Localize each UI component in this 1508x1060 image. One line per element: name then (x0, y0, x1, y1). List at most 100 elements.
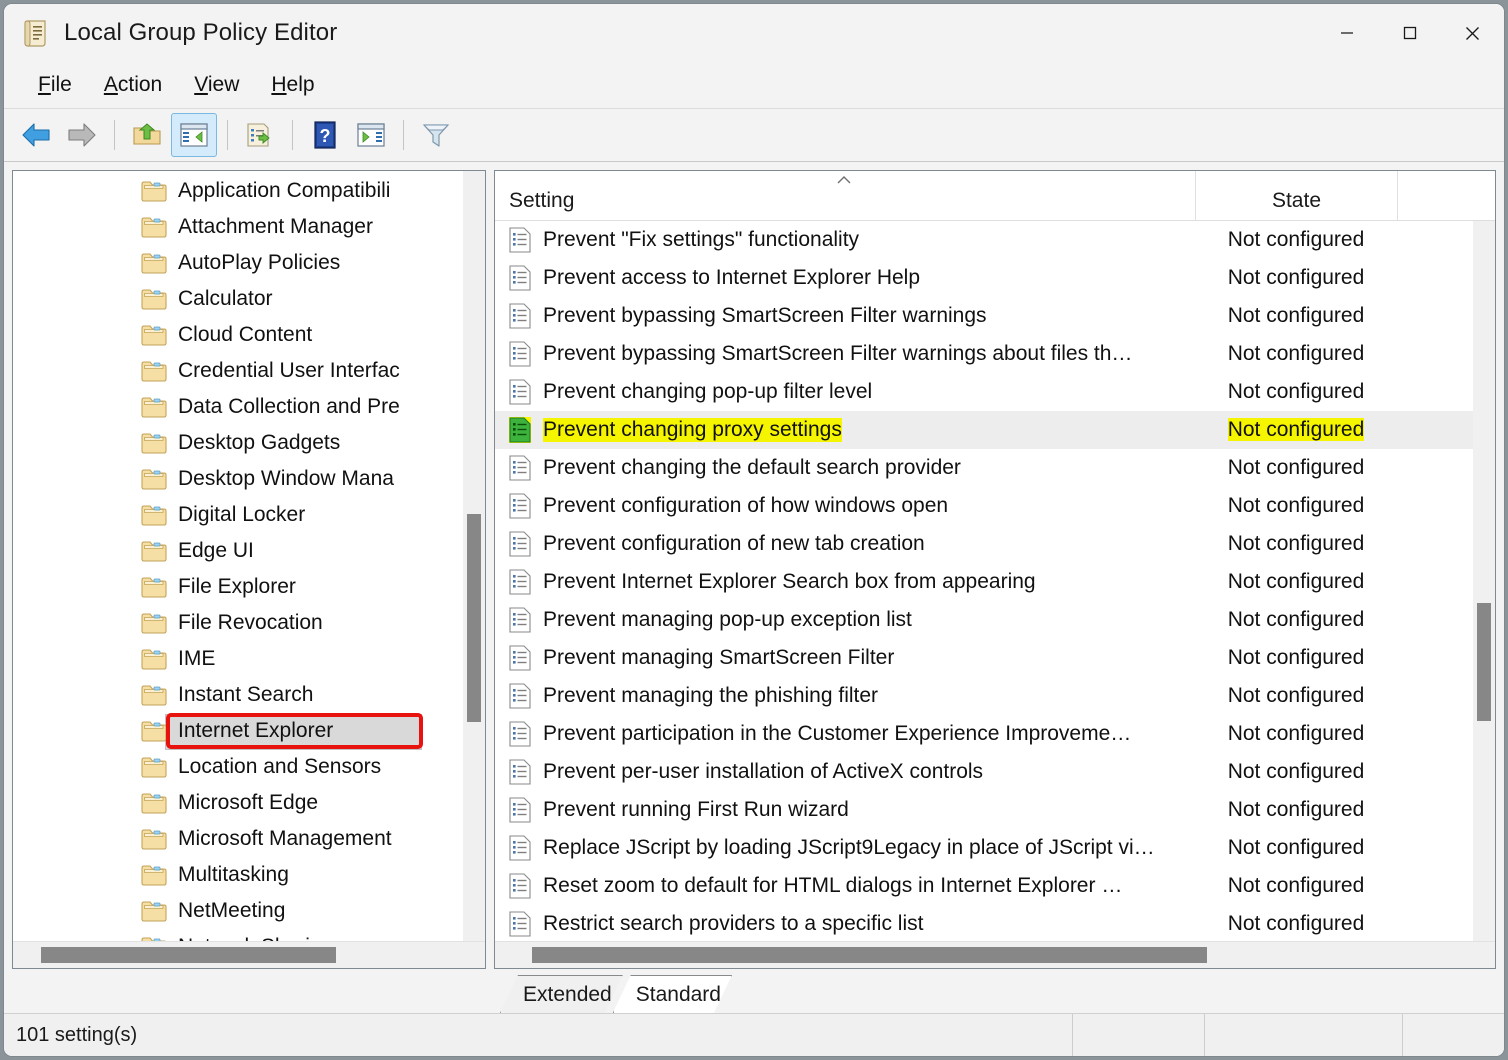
menu-help[interactable]: Help (255, 69, 330, 101)
maximize-button[interactable] (1378, 4, 1441, 62)
tree-item-microsoft-edge[interactable]: Microsoft Edge (13, 785, 485, 821)
tree-item-network-sharing[interactable]: Network Sharing (13, 929, 485, 941)
minimize-button[interactable] (1315, 4, 1378, 62)
show-hide-tree-icon[interactable] (171, 113, 217, 157)
tree-item-instant-search[interactable]: Instant Search (13, 677, 485, 713)
tree-item-data-collection-and-pre[interactable]: Data Collection and Pre (13, 389, 485, 425)
setting-state-cell: Not configured (1195, 532, 1397, 556)
close-button[interactable] (1441, 4, 1504, 62)
back-icon[interactable] (14, 114, 58, 156)
tree-item-ime[interactable]: IME (13, 641, 485, 677)
tree-item-file-explorer[interactable]: › File Explorer (13, 569, 485, 605)
folder-icon (141, 540, 167, 562)
table-row[interactable]: Prevent managing the phishing filter Not … (495, 677, 1473, 715)
list-body[interactable]: Prevent "Fix settings" functionality Not … (495, 221, 1495, 941)
table-row[interactable]: Prevent changing pop-up filter level Not … (495, 373, 1473, 411)
table-row[interactable]: Prevent running First Run wizard Not conf… (495, 791, 1473, 829)
table-row[interactable]: Prevent managing SmartScreen Filter Not c… (495, 639, 1473, 677)
up-one-level-icon[interactable] (125, 114, 169, 156)
table-row[interactable]: Prevent managing pop-up exception list No… (495, 601, 1473, 639)
tree-item-digital-locker[interactable]: Digital Locker (13, 497, 485, 533)
tab-extended[interactable]: Extended (500, 975, 623, 1013)
menu-bar: File Action View Help (4, 62, 1504, 109)
setting-state-label: Not configured (1227, 456, 1365, 479)
list-vertical-scroll-thumb[interactable] (1477, 603, 1491, 721)
table-row[interactable]: Prevent changing proxy settings Not confi… (495, 411, 1473, 449)
tree-item-label: Application Compatibili (178, 179, 391, 202)
tree-item-label: Desktop Gadgets (178, 431, 341, 454)
show-action-pane-icon[interactable] (349, 114, 393, 156)
setting-state-label: Not configured (1227, 418, 1365, 441)
setting-state-label: Not configured (1227, 228, 1365, 251)
list-horizontal-scroll-thumb[interactable] (532, 947, 1207, 963)
column-header-state[interactable]: State (1195, 171, 1397, 221)
folder-icon (141, 432, 167, 454)
tree-item-label: Digital Locker (178, 503, 306, 526)
tree-item-label: Data Collection and Pre (178, 395, 400, 418)
list-horizontal-scrollbar[interactable] (495, 941, 1495, 968)
tree-vertical-scrollbar[interactable] (463, 171, 485, 941)
tree-item-location-and-sensors[interactable]: Location and Sensors (13, 749, 485, 785)
folder-icon (141, 900, 167, 922)
tree-item-cloud-content[interactable]: Cloud Content (13, 317, 485, 353)
tree-item-calculator[interactable]: Calculator (13, 281, 485, 317)
tree-item-multitasking[interactable]: Multitasking (13, 857, 485, 893)
tree-horizontal-scroll-thumb[interactable] (41, 947, 336, 963)
tree-item-netmeeting[interactable]: › NetMeeting (13, 893, 485, 929)
tree-item-autoplay-policies[interactable]: AutoPlay Policies (13, 245, 485, 281)
table-row[interactable]: Prevent configuration of new tab creatio… (495, 525, 1473, 563)
column-header-filler (1397, 171, 1495, 221)
window-title: Local Group Policy Editor (64, 19, 338, 46)
tree-item-desktop-window-mana[interactable]: › Desktop Window Mana (13, 461, 485, 497)
tree-horizontal-scrollbar[interactable] (13, 941, 485, 968)
status-cell-2 (1072, 1014, 1204, 1056)
setting-name-cell: Prevent "Fix settings" functionality (495, 227, 1195, 253)
setting-name-cell: Replace JScript by loading JScript9Legac… (495, 835, 1195, 861)
setting-name-cell: Prevent per-user installation of ActiveX… (495, 759, 1195, 785)
table-row[interactable]: Reset zoom to default for HTML dialogs i… (495, 867, 1473, 905)
tree-item-file-revocation[interactable]: File Revocation (13, 605, 485, 641)
help-icon[interactable]: ? (303, 114, 347, 156)
table-row[interactable]: Prevent Internet Explorer Search box fro… (495, 563, 1473, 601)
table-row[interactable]: Replace JScript by loading JScript9Legac… (495, 829, 1473, 867)
table-row[interactable]: Prevent changing the default search prov… (495, 449, 1473, 487)
tree-item-attachment-manager[interactable]: Attachment Manager (13, 209, 485, 245)
tree-vertical-scroll-thumb[interactable] (467, 514, 481, 722)
tree-item-application-compatibili[interactable]: Application Compatibili (13, 173, 485, 209)
table-row[interactable]: Prevent per-user installation of ActiveX… (495, 753, 1473, 791)
setting-state-label: Not configured (1227, 684, 1365, 707)
setting-state-cell: Not configured (1195, 912, 1397, 936)
setting-name-label: Prevent bypassing SmartScreen Filter war… (543, 342, 1133, 365)
tree-item-internet-explorer[interactable]: › Internet Explorer (13, 713, 485, 750)
export-list-icon[interactable] (238, 114, 282, 156)
tree-item-microsoft-management[interactable]: › Microsoft Management (13, 821, 485, 857)
table-row[interactable]: Prevent bypassing SmartScreen Filter war… (495, 335, 1473, 373)
tree-item-desktop-gadgets[interactable]: Desktop Gadgets (13, 425, 485, 461)
tree-item-credential-user-interfac[interactable]: Credential User Interfac (13, 353, 485, 389)
setting-name-label: Prevent changing the default search prov… (543, 456, 961, 479)
table-row[interactable]: Restrict search providers to a specific … (495, 905, 1473, 941)
menu-view[interactable]: View (178, 69, 255, 101)
view-tabs: Extended Standard (12, 969, 1496, 1013)
console-tree[interactable]: Application Compatibili Attachment Manag… (13, 171, 485, 941)
tab-standard[interactable]: Standard (613, 975, 732, 1013)
table-row[interactable]: Prevent configuration of how windows ope… (495, 487, 1473, 525)
tree-item-label: Calculator (178, 287, 273, 310)
setting-name-label: Prevent per-user installation of ActiveX… (543, 760, 984, 783)
forward-icon[interactable] (60, 114, 104, 156)
tree-item-edge-ui[interactable]: Edge UI (13, 533, 485, 569)
setting-state-cell: Not configured (1195, 494, 1397, 518)
filter-icon[interactable] (414, 114, 458, 156)
title-bar: Local Group Policy Editor (4, 4, 1504, 62)
sort-ascending-icon (835, 173, 853, 188)
table-row[interactable]: Prevent "Fix settings" functionality Not … (495, 221, 1473, 259)
menu-file[interactable]: File (22, 69, 88, 101)
folder-icon (141, 396, 167, 418)
table-row[interactable]: Prevent bypassing SmartScreen Filter war… (495, 297, 1473, 335)
console-tree-pane: Application Compatibili Attachment Manag… (12, 170, 486, 969)
column-header-setting[interactable]: Setting (495, 171, 1195, 221)
table-row[interactable]: Prevent access to Internet Explorer Help… (495, 259, 1473, 297)
table-row[interactable]: Prevent participation in the Customer Ex… (495, 715, 1473, 753)
list-vertical-scrollbar[interactable] (1473, 221, 1495, 941)
menu-action[interactable]: Action (88, 69, 178, 101)
